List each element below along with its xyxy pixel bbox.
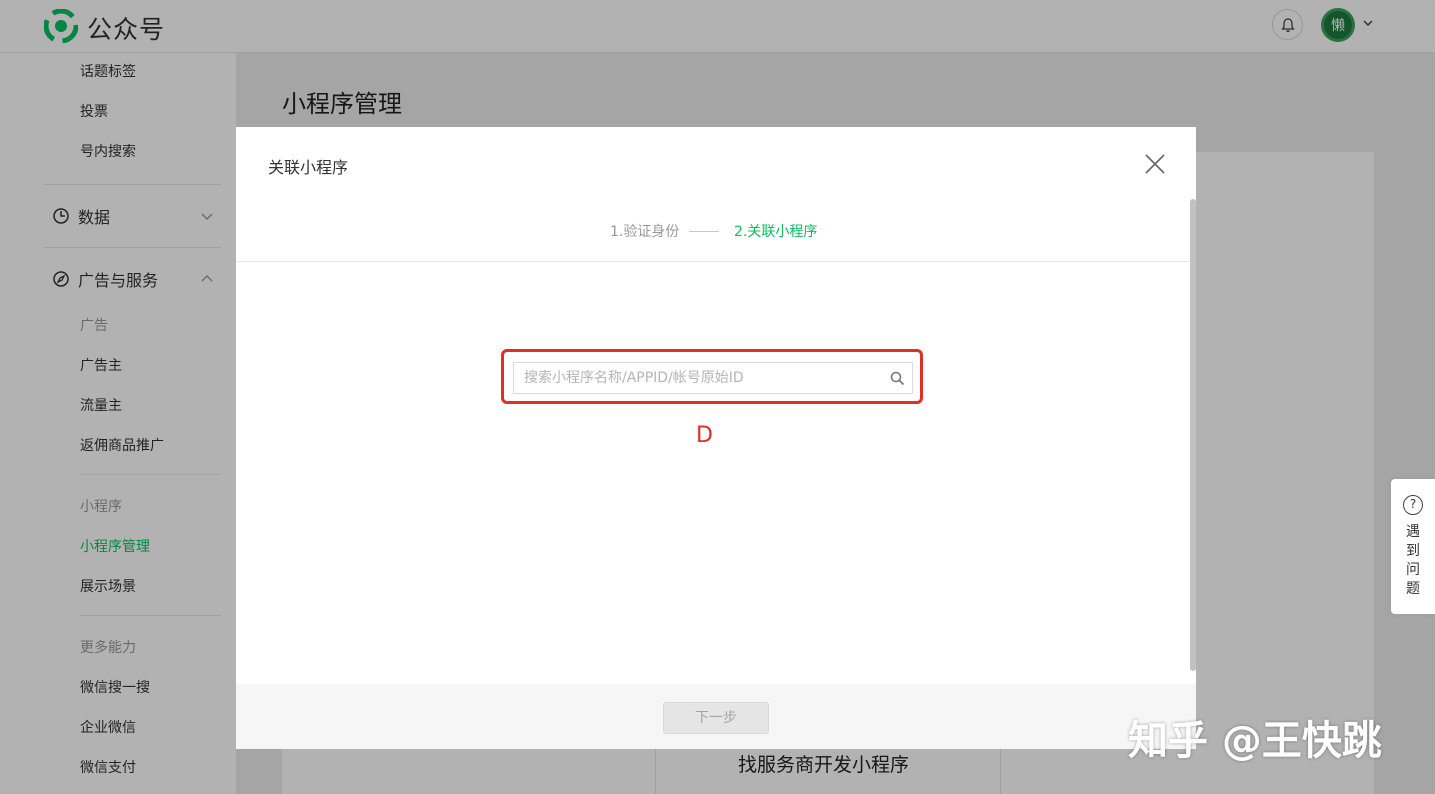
dialog-title: 关联小程序 xyxy=(268,158,349,177)
close-icon[interactable] xyxy=(1144,153,1166,175)
steps-indicator: 1.验证身份 2.关联小程序 xyxy=(236,221,1196,241)
step-verify-identity: 1.验证身份 xyxy=(610,224,680,240)
dialog-divider xyxy=(236,261,1190,262)
next-step-button[interactable]: 下一步 xyxy=(663,702,769,734)
search-box[interactable] xyxy=(513,362,913,394)
annotation-label: D xyxy=(696,423,713,448)
question-icon: ? xyxy=(1403,495,1423,515)
help-label: 遇到问题 xyxy=(1406,524,1420,597)
watermark: 知乎 @王快跳 xyxy=(1128,718,1382,764)
help-widget[interactable]: ? 遇到问题 xyxy=(1391,479,1435,614)
search-input[interactable] xyxy=(514,363,884,393)
search-icon[interactable] xyxy=(890,371,905,386)
dialog-footer: 下一步 xyxy=(236,684,1196,749)
step-link-mini-program: 2.关联小程序 xyxy=(734,224,818,240)
step-connector xyxy=(689,231,719,232)
link-mini-program-dialog: 关联小程序 1.验证身份 2.关联小程序 D 下一步 xyxy=(236,127,1196,749)
dialog-scrollbar[interactable] xyxy=(1190,199,1196,671)
